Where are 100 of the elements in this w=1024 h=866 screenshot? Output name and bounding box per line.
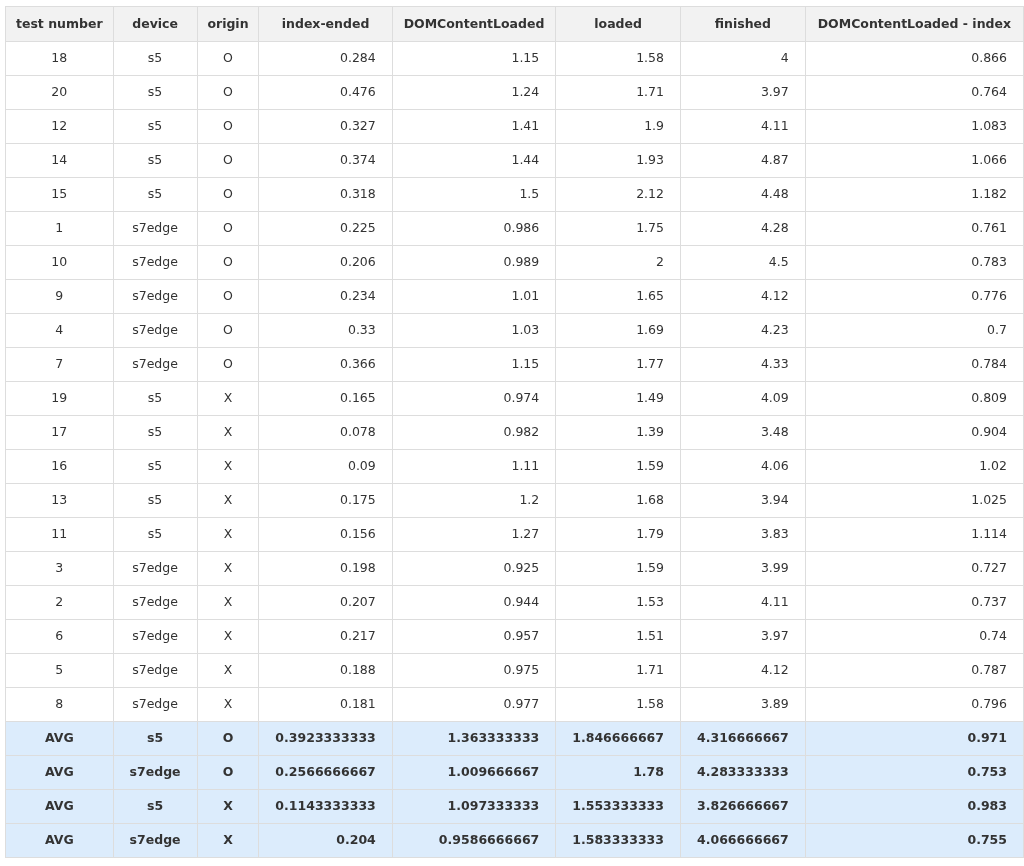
table-cell: 0.761 — [805, 211, 1024, 246]
table-cell: 12 — [5, 109, 114, 144]
table-cell: 0.318 — [258, 177, 393, 212]
table-cell: s7edge — [113, 823, 198, 858]
table-cell: 0.904 — [805, 415, 1024, 450]
table-cell: s7edge — [113, 245, 198, 280]
table-cell: X — [197, 789, 259, 824]
table-cell: 1.01 — [392, 279, 556, 314]
table-cell: 0.09 — [258, 449, 393, 484]
table-cell: 0.078 — [258, 415, 393, 450]
table-cell: 4.12 — [680, 653, 806, 688]
table-cell: 0.975 — [392, 653, 556, 688]
table-cell: 0.974 — [392, 381, 556, 416]
table-cell: O — [197, 211, 259, 246]
table-cell: 1.93 — [555, 143, 681, 178]
table-cell: 17 — [5, 415, 114, 450]
table-cell: 1.583333333 — [555, 823, 681, 858]
table-cell: 4.48 — [680, 177, 806, 212]
table-cell: s7edge — [113, 347, 198, 382]
table-cell: 5 — [5, 653, 114, 688]
table-cell: AVG — [5, 755, 114, 790]
table-cell: 1.27 — [392, 517, 556, 552]
table-cell: 0.476 — [258, 75, 393, 110]
table-cell: O — [197, 347, 259, 382]
table-cell: 3.89 — [680, 687, 806, 722]
table-cell: 0.327 — [258, 109, 393, 144]
table-cell: 0.776 — [805, 279, 1024, 314]
table-cell: s5 — [113, 177, 198, 212]
table-cell: 4.06 — [680, 449, 806, 484]
table-cell: 1.9 — [555, 109, 681, 144]
table-cell: X — [197, 823, 259, 858]
table-cell: X — [197, 619, 259, 654]
table-cell: 4.23 — [680, 313, 806, 348]
table-cell: 0.188 — [258, 653, 393, 688]
table-cell: X — [197, 687, 259, 722]
table-cell: 4 — [680, 41, 806, 76]
table-cell: 0.234 — [258, 279, 393, 314]
table-cell: 0.2566666667 — [258, 755, 393, 790]
table-cell: 1 — [5, 211, 114, 246]
table-cell: 0.207 — [258, 585, 393, 620]
table-cell: 1.51 — [555, 619, 681, 654]
table-cell: s7edge — [113, 211, 198, 246]
table-cell: 3.83 — [680, 517, 806, 552]
table-cell: 4.11 — [680, 585, 806, 620]
table-cell: X — [197, 415, 259, 450]
table-cell: 1.53 — [555, 585, 681, 620]
table-cell: 1.02 — [805, 449, 1024, 484]
table-cell: 4.33 — [680, 347, 806, 382]
table-cell: 1.69 — [555, 313, 681, 348]
table-cell: 0.204 — [258, 823, 393, 858]
table-cell: 3.826666667 — [680, 789, 806, 824]
table-cell: 1.44 — [392, 143, 556, 178]
table-cell: 1.59 — [555, 551, 681, 586]
table-cell: s7edge — [113, 551, 198, 586]
table-cell: 1.71 — [555, 653, 681, 688]
table-cell: 1.182 — [805, 177, 1024, 212]
table-cell: s5 — [113, 483, 198, 518]
table-cell: 0.9586666667 — [392, 823, 556, 858]
column-header: finished — [680, 6, 806, 42]
table-cell: 0.957 — [392, 619, 556, 654]
table-cell: 0.982 — [392, 415, 556, 450]
table-cell: s5 — [113, 75, 198, 110]
table-cell: 4.11 — [680, 109, 806, 144]
table-cell: 4.28 — [680, 211, 806, 246]
table-cell: 1.15 — [392, 41, 556, 76]
table-cell: 4 — [5, 313, 114, 348]
table-cell: O — [197, 109, 259, 144]
table-cell: 2 — [555, 245, 681, 280]
table-cell: 0.809 — [805, 381, 1024, 416]
table-cell: O — [197, 41, 259, 76]
table-cell: 1.11 — [392, 449, 556, 484]
table-cell: O — [197, 245, 259, 280]
table-cell: 0.783 — [805, 245, 1024, 280]
table-cell: 0.977 — [392, 687, 556, 722]
table-cell: 3.97 — [680, 619, 806, 654]
table-cell: s7edge — [113, 313, 198, 348]
table-cell: 9 — [5, 279, 114, 314]
table-cell: 1.363333333 — [392, 721, 556, 756]
table-cell: 10 — [5, 245, 114, 280]
table-cell: 0.784 — [805, 347, 1024, 382]
table-cell: 15 — [5, 177, 114, 212]
table-cell: 1.097333333 — [392, 789, 556, 824]
table-cell: 0.796 — [805, 687, 1024, 722]
table-cell: AVG — [5, 823, 114, 858]
table-cell: 7 — [5, 347, 114, 382]
table-cell: 1.083 — [805, 109, 1024, 144]
table-cell: 1.71 — [555, 75, 681, 110]
table-cell: X — [197, 653, 259, 688]
table-cell: s7edge — [113, 279, 198, 314]
table-cell: s5 — [113, 789, 198, 824]
table-cell: s7edge — [113, 653, 198, 688]
table-cell: 1.58 — [555, 687, 681, 722]
table-cell: 16 — [5, 449, 114, 484]
table-cell: s7edge — [113, 619, 198, 654]
table-cell: 8 — [5, 687, 114, 722]
table-cell: 0.225 — [258, 211, 393, 246]
table-cell: 19 — [5, 381, 114, 416]
table-cell: 1.77 — [555, 347, 681, 382]
table-cell: X — [197, 585, 259, 620]
table-cell: s5 — [113, 517, 198, 552]
